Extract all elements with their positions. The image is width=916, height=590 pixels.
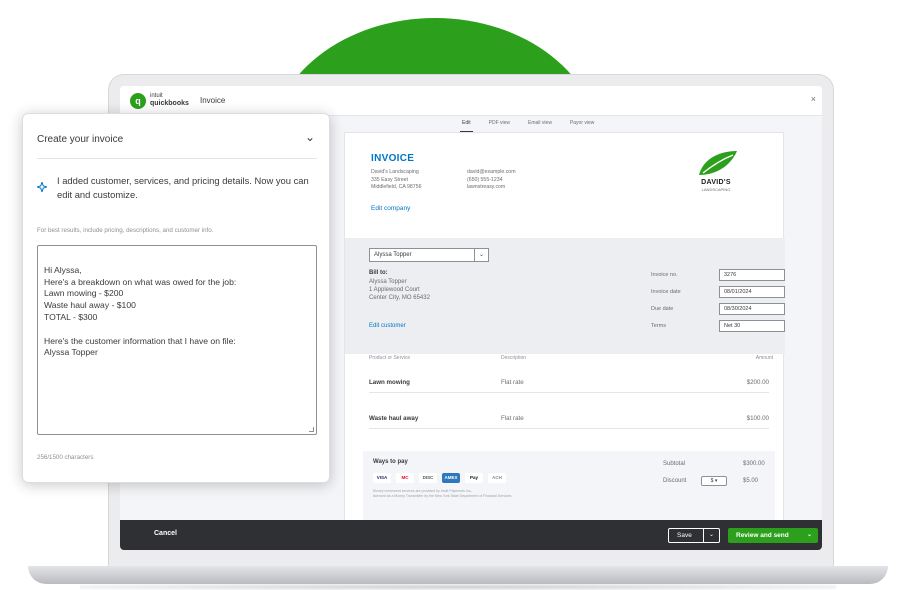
terms-label: Terms [651,323,666,329]
bill-line: Alyssa Topper [369,279,407,285]
chevron-down-icon[interactable]: ⌄ [703,529,719,542]
invoice-date-field[interactable]: 08/01/2024 [719,286,785,298]
cancel-button[interactable]: Cancel [154,530,177,537]
line-product: Lawn mowing [369,379,410,386]
customer-select[interactable]: Alyssa Topper ⌄ [369,248,489,262]
leaf-logo-icon [699,151,737,175]
assistant-title: Create your invoice [37,134,124,145]
amex-icon: AMEX [442,473,460,483]
chevron-down-icon[interactable]: ⌄ [807,528,812,543]
save-button[interactable]: Save ⌄ [668,528,720,543]
due-date-field[interactable]: 08/30/2024 [719,303,785,315]
invoice-number-label: Invoice no. [651,272,678,278]
line-amount: $100.00 [746,415,769,422]
company-line: David's Landscaping [371,169,419,175]
subtotal-label: Subtotal [663,461,686,467]
resize-handle-icon[interactable] [309,427,314,432]
logo-name: DAVID'S [701,179,731,186]
company-address: David's Landscaping 335 Easy Street Midd… [371,169,421,192]
terms-field[interactable]: Net 30 [719,320,785,332]
invoice-date-label: Invoice date [651,289,681,295]
line-product: Waste haul away [369,415,419,422]
bill-line: 1 Applewood Court [369,287,420,293]
page-title: Invoice [200,96,226,105]
due-date-label: Due date [651,306,674,312]
brand-name: quickbooks [150,100,189,107]
line-description: Flat rate [501,379,524,386]
apple-pay-icon: Pay [465,473,483,483]
review-and-send-button[interactable]: Review and send ⌄ [728,528,818,543]
edit-customer-link[interactable]: Edit customer [369,323,406,329]
character-count: 256/1500 characters [37,454,94,461]
contact-line: (650) 555-1234 [467,176,503,183]
save-button-label: Save [677,532,692,539]
column-description: Description [501,355,527,361]
invoice-number-field[interactable]: 3276 [719,269,785,281]
edit-company-link[interactable]: Edit company [371,205,410,212]
line-amount: $200.00 [746,379,769,386]
sparkle-icon [35,180,49,195]
customer-select-value: Alyssa Topper [374,252,412,258]
discover-icon: DISC [419,473,437,483]
column-product: Product or Service [369,355,411,361]
laptop-base [28,566,888,584]
logo-subtitle: LANDSCAPING [701,187,731,192]
discount-value: $5.00 [743,478,759,484]
footer-action-bar: Cancel Save ⌄ Review and send ⌄ [120,520,822,550]
assistant-message: I added customer, services, and pricing … [57,175,309,200]
laptop-shadow [80,584,836,590]
brand-top: intuit [150,93,163,99]
payment-methods: VISA MC DISC AMEX Pay ACH [373,473,506,483]
visa-icon: VISA [373,473,391,483]
brand-wordmark: intuit quickbooks [150,93,189,107]
invoice-document: INVOICE David's Landscaping 335 Easy Str… [344,132,785,550]
prompt-textarea[interactable]: Hi Alyssa, Here's a breakdown on what wa… [37,245,317,435]
table-row[interactable]: Lawn mowing Flat rate $200.00 [369,373,769,393]
line-description: Flat rate [501,415,524,422]
ai-assistant-panel: Create your invoice ⌄ I added customer, … [22,113,330,483]
bill-line: Center City, MO 65432 [369,295,430,301]
ways-to-pay-label: Ways to pay [373,459,408,465]
chevron-down-icon: ⌄ [474,249,488,261]
company-logo[interactable]: DAVID'S LANDSCAPING [685,147,747,193]
view-tabs: Edit PDF view Email view Payor view [460,118,596,132]
marketing-stage: q intuit quickbooks Invoice × Edit PDF v… [0,0,916,590]
close-icon[interactable]: × [811,94,816,104]
mastercard-icon: MC [396,473,414,483]
company-contact: david@example.com (650) 555-1234 lawnstr… [467,169,516,192]
invoice-heading: INVOICE [371,153,415,164]
tab-payor-view[interactable]: Payor view [568,118,596,132]
billing-section: Alyssa Topper ⌄ Bill to: Alyssa Topper 1… [345,238,785,354]
bill-to-address: Alyssa Topper 1 Applewood Court Center C… [369,278,430,302]
chevron-down-icon[interactable]: ⌄ [305,130,315,144]
divider [37,158,317,159]
prompt-text: Hi Alyssa, Here's a breakdown on what wa… [44,264,237,358]
payments-disclaimer: Money movement services are provided by … [373,489,511,499]
tab-email-view[interactable]: Email view [526,118,554,132]
subtotal-value: $300.00 [743,461,765,467]
column-amount: Amount [755,355,773,361]
contact-line: david@example.com [467,169,516,175]
app-header: q intuit quickbooks Invoice × [120,86,822,116]
company-line: Middlefield, CA 98756 [371,184,422,190]
contact-line: lawnstreasy.com [467,184,506,190]
tab-edit[interactable]: Edit [460,118,473,132]
discount-label: Discount [663,478,687,484]
bill-to-label: Bill to: [369,270,388,276]
discount-type-select[interactable]: $ ▾ [701,476,727,486]
quickbooks-logo-icon: q [130,93,146,109]
review-and-send-label: Review and send [736,532,789,539]
bank-transfer-icon: ACH [488,473,506,483]
prompt-hint: For best results, include pricing, descr… [37,227,214,234]
disclaimer-line: licensed as a Money Transmitter by the N… [373,494,512,498]
table-row[interactable]: Waste haul away Flat rate $100.00 [369,409,769,429]
company-line: 335 Easy Street [371,176,408,183]
tab-pdf-view[interactable]: PDF view [487,118,512,132]
